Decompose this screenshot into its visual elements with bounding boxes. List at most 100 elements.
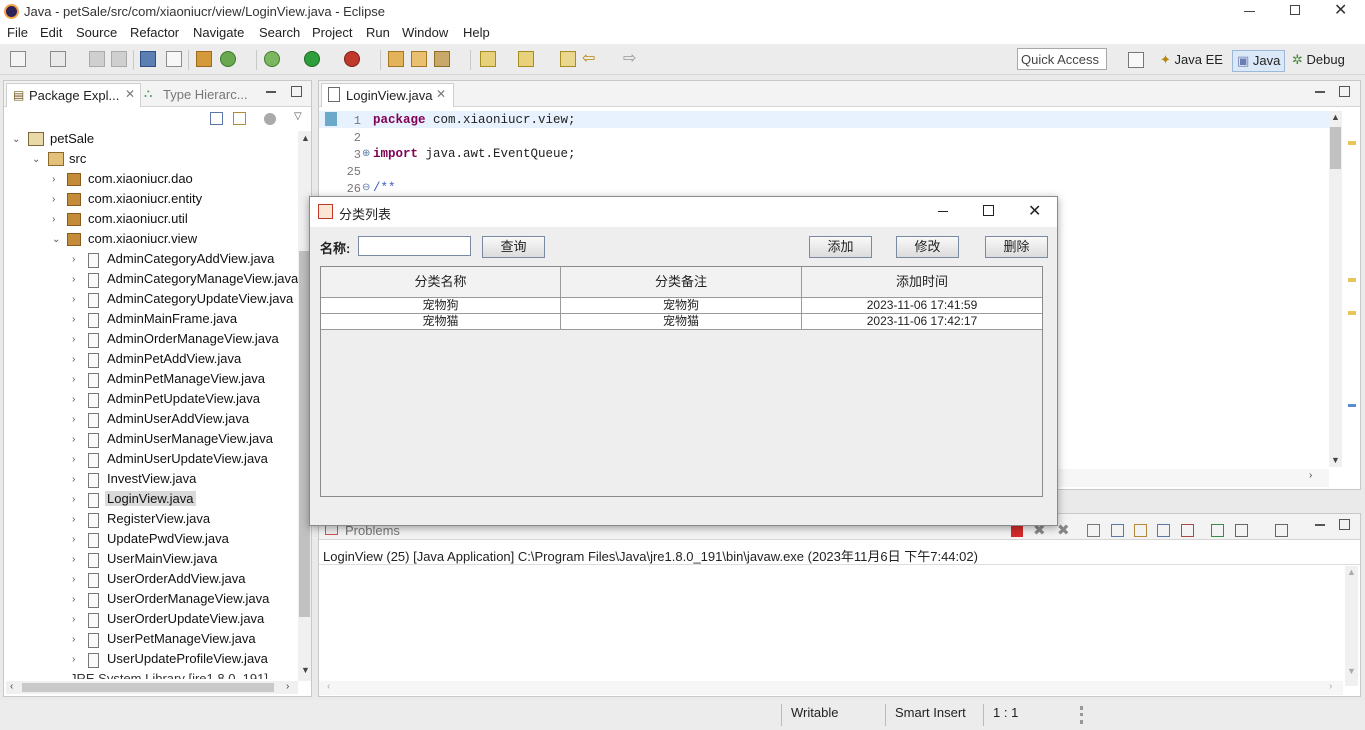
- tab-loginview[interactable]: LoginView.java ✕: [321, 83, 454, 107]
- tree-file-item[interactable]: AdminCategoryAddView.java: [107, 251, 274, 266]
- tree-file-item[interactable]: AdminOrderManageView.java: [107, 331, 279, 346]
- expand-file-icon[interactable]: ›: [72, 614, 75, 625]
- tree-file-item[interactable]: InvestView.java: [107, 471, 196, 486]
- menu-run[interactable]: Run: [366, 25, 390, 40]
- menu-help[interactable]: Help: [463, 25, 490, 40]
- tab-type-hierarchy[interactable]: ⛬ Type Hierarc...: [144, 85, 256, 105]
- pin-console-icon[interactable]: [1211, 524, 1224, 537]
- back-icon[interactable]: ⇦: [582, 48, 595, 68]
- open-console-icon[interactable]: [1275, 524, 1288, 537]
- close-editor-icon[interactable]: ✕: [436, 87, 446, 101]
- console-vscrollbar[interactable]: ▲ ▼: [1345, 566, 1358, 686]
- table-row[interactable]: 宠物猫 宠物猫 2023-11-06 17:42:17: [321, 314, 1042, 330]
- menu-window[interactable]: Window: [402, 25, 448, 40]
- dialog-close-icon[interactable]: ✕: [1028, 201, 1041, 221]
- debug-icon[interactable]: [264, 51, 280, 67]
- expand-file-icon[interactable]: ›: [72, 514, 75, 525]
- expand-util-icon[interactable]: ›: [52, 214, 55, 225]
- show-stdout-icon[interactable]: [1157, 524, 1170, 537]
- tree-project[interactable]: petSale: [50, 131, 94, 146]
- run-icon[interactable]: [304, 51, 320, 67]
- tree-file-item[interactable]: AdminCategoryUpdateView.java: [107, 291, 293, 306]
- expand-file-icon[interactable]: ›: [72, 634, 75, 645]
- maximize-console-icon[interactable]: [1339, 519, 1350, 530]
- code-line[interactable]: package com.xiaoniucr.view;: [373, 113, 576, 127]
- fold-toggle-icon[interactable]: ⊕: [362, 148, 370, 159]
- expand-petsale-icon[interactable]: ⌄: [12, 134, 20, 145]
- perspective-java-ee[interactable]: ✦ Java EE: [1156, 50, 1227, 72]
- expand-file-icon[interactable]: ›: [72, 254, 75, 265]
- edit-button[interactable]: 修改: [896, 236, 959, 258]
- query-button[interactable]: 查询: [482, 236, 545, 258]
- menu-navigate[interactable]: Navigate: [193, 25, 244, 40]
- tree-file-item[interactable]: AdminUserUpdateView.java: [107, 451, 268, 466]
- tree-file-item[interactable]: UpdatePwdView.java: [107, 531, 229, 546]
- tree-file-item[interactable]: UserOrderAddView.java: [107, 571, 246, 586]
- code-line[interactable]: /**: [373, 181, 396, 195]
- tree-file-item[interactable]: UserUpdateProfileView.java: [107, 651, 268, 666]
- tree-file-item[interactable]: UserMainView.java: [107, 551, 217, 566]
- build-icon[interactable]: [196, 51, 212, 67]
- focus-icon[interactable]: [264, 113, 276, 125]
- save-all-icon[interactable]: [111, 51, 127, 67]
- name-input[interactable]: [358, 236, 471, 256]
- editor-scroll-down-icon[interactable]: ▼: [1331, 455, 1340, 465]
- tree-src[interactable]: src: [69, 151, 86, 166]
- explorer-hscrollbar[interactable]: ‹ ›: [6, 681, 298, 694]
- console-scroll-right-icon[interactable]: ›: [1329, 681, 1332, 692]
- tree-file-item[interactable]: AdminPetUpdateView.java: [107, 391, 260, 406]
- show-stderr-icon[interactable]: [1181, 524, 1194, 537]
- word-wrap-icon[interactable]: [1134, 524, 1147, 537]
- console-icon[interactable]: [140, 51, 156, 67]
- tree-file-item[interactable]: AdminMainFrame.java: [107, 311, 237, 326]
- link-editor-icon[interactable]: [233, 112, 246, 125]
- fold-toggle-icon[interactable]: ⊖: [362, 182, 370, 193]
- collapse-all-icon[interactable]: [210, 112, 223, 125]
- close-icon[interactable]: ✕: [1334, 0, 1347, 20]
- console-hscrollbar[interactable]: ‹ ›: [319, 681, 1343, 695]
- refresh-icon[interactable]: [220, 51, 236, 67]
- tree-package-view[interactable]: com.xiaoniucr.view: [88, 231, 197, 246]
- column-header-remark[interactable]: 分类备注: [561, 267, 802, 297]
- expand-file-icon[interactable]: ›: [72, 394, 75, 405]
- dialog-maximize-icon[interactable]: [983, 205, 994, 216]
- tree-file-item[interactable]: RegisterView.java: [107, 511, 210, 526]
- column-header-name[interactable]: 分类名称: [321, 267, 561, 297]
- expand-file-icon[interactable]: ›: [72, 434, 75, 445]
- external-tools-icon[interactable]: [344, 51, 360, 67]
- prev-annotation-icon[interactable]: [518, 51, 534, 67]
- tree-file-item[interactable]: AdminPetAddView.java: [107, 351, 241, 366]
- delete-button[interactable]: 删除: [985, 236, 1048, 258]
- expand-file-icon[interactable]: ›: [72, 334, 75, 345]
- maximize-panel-icon[interactable]: [291, 86, 302, 97]
- menu-file[interactable]: File: [7, 25, 28, 40]
- tree-file-item[interactable]: LoginView.java: [105, 491, 196, 506]
- scroll-left-icon[interactable]: ‹: [10, 681, 13, 692]
- add-button[interactable]: 添加: [809, 236, 872, 258]
- expand-file-icon[interactable]: ›: [72, 294, 75, 305]
- expand-file-icon[interactable]: ›: [72, 354, 75, 365]
- terminate-icon[interactable]: [1011, 525, 1023, 537]
- menu-project[interactable]: Project: [312, 25, 352, 40]
- menu-search[interactable]: Search: [259, 25, 300, 40]
- expand-file-icon[interactable]: ›: [72, 594, 75, 605]
- last-edit-icon[interactable]: [560, 51, 576, 67]
- quick-access-input[interactable]: Quick Access: [1017, 48, 1107, 70]
- expand-file-icon[interactable]: ›: [72, 314, 75, 325]
- new-package-icon[interactable]: [388, 51, 404, 67]
- console-scroll-down-icon[interactable]: ▼: [1347, 666, 1356, 676]
- scroll-right-icon[interactable]: ›: [286, 681, 289, 692]
- expand-file-icon[interactable]: ›: [72, 374, 75, 385]
- new-wizard-icon[interactable]: [50, 51, 66, 67]
- forward-icon[interactable]: ⇨: [623, 48, 636, 68]
- view-menu-icon[interactable]: ▽: [294, 111, 302, 122]
- scroll-lock-icon[interactable]: [1111, 524, 1124, 537]
- minimize-editor-icon[interactable]: [1315, 83, 1325, 93]
- expand-file-icon[interactable]: ›: [72, 274, 75, 285]
- code-line[interactable]: import java.awt.EventQueue;: [373, 147, 576, 161]
- editor-vscroll-thumb[interactable]: [1330, 127, 1341, 169]
- explorer-hscroll-thumb[interactable]: [22, 683, 274, 692]
- restore-icon[interactable]: [1290, 5, 1300, 15]
- scroll-down-icon[interactable]: ▼: [301, 665, 310, 675]
- menu-refactor[interactable]: Refactor: [130, 25, 179, 40]
